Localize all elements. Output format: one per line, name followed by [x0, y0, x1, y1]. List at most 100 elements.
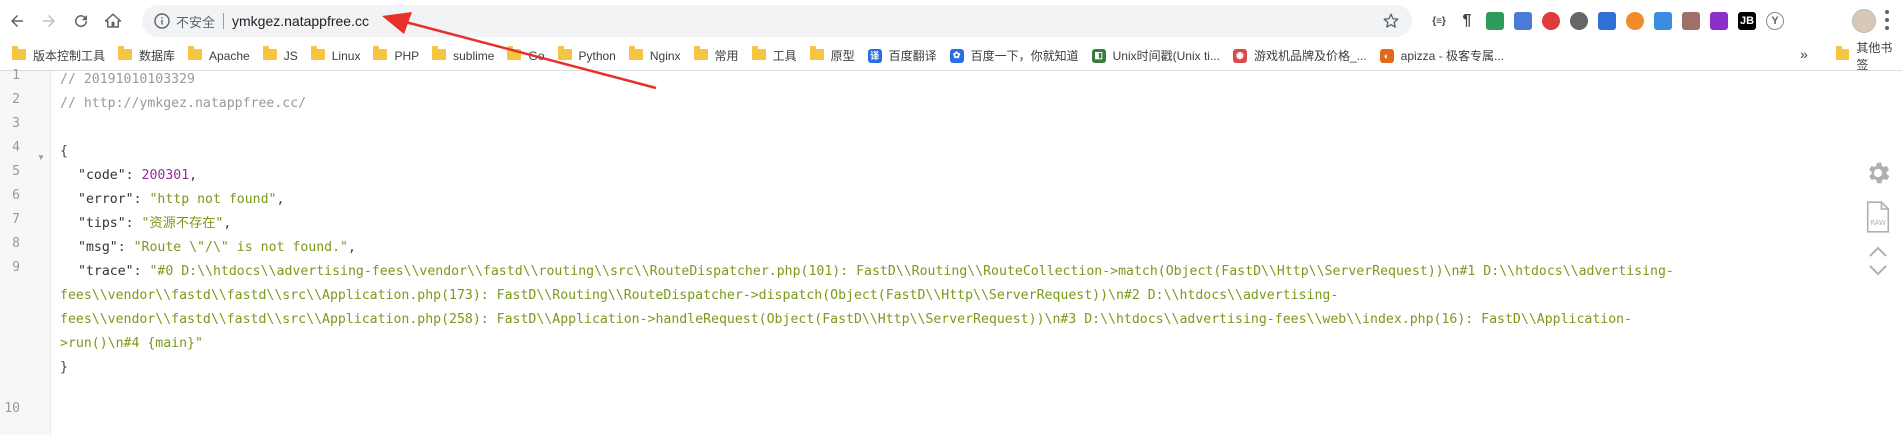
json-number-value: 200301 — [141, 168, 190, 183]
comment-timestamp: // 20191010103329 — [60, 72, 195, 87]
bookmark-item[interactable]: 译百度翻译 — [867, 47, 937, 64]
bookmarks-overflow-button[interactable]: » — [1800, 46, 1808, 62]
bookmark-item[interactable]: 版本控制工具 — [12, 46, 105, 64]
bookmark-item[interactable]: Nginx — [628, 46, 681, 63]
bookmark-item[interactable]: JS — [262, 46, 298, 63]
other-bookmarks-folder[interactable]: 其他书签 — [1836, 40, 1902, 72]
purple-app-icon[interactable] — [1710, 12, 1728, 30]
folder-icon — [809, 46, 824, 60]
chevron-down-icon[interactable] — [1866, 263, 1890, 277]
unix-timestamp-icon: ◧ — [1091, 48, 1106, 63]
folder-icon — [432, 46, 447, 60]
gear-icon[interactable] — [1864, 159, 1892, 187]
line-number: 10 — [4, 401, 20, 416]
forward-button[interactable] — [34, 6, 64, 36]
comment-url: // http://ymkgez.natappfree.cc/ — [60, 96, 307, 111]
bookmark-item[interactable]: Go — [507, 46, 545, 63]
bookmark-label: Nginx — [649, 48, 681, 63]
settings-icon[interactable] — [1570, 12, 1588, 30]
pocket-icon[interactable] — [1598, 12, 1616, 30]
color-picker-icon[interactable] — [1486, 12, 1504, 30]
bookmark-label: 原型 — [830, 49, 855, 63]
blue-square-icon[interactable] — [1654, 12, 1672, 30]
star-icon[interactable] — [1382, 12, 1400, 30]
json-key: "code" — [78, 168, 126, 183]
rocket-icon[interactable] — [1514, 12, 1532, 30]
json-field-msg: "msg": "Route \"/\" is not found.", — [78, 240, 356, 255]
fold-toggle-icon[interactable]: ▼ — [37, 153, 45, 162]
json-key: "error" — [78, 192, 134, 207]
line-number: 6 — [12, 188, 20, 203]
line-number: 5 — [12, 164, 20, 179]
bookmark-item[interactable]: 原型 — [809, 46, 855, 64]
bookmarks-bar: 版本控制工具 数据库 Apache JS Linux PHP sublime Go Python… — [0, 41, 1902, 71]
bookmark-label: 游戏机品牌及价格_... — [1253, 49, 1367, 63]
json-field-code: "code": 200301, — [78, 168, 198, 183]
profile-avatar[interactable] — [1852, 9, 1876, 33]
security-status[interactable]: 不安全 — [176, 12, 215, 31]
paragraph-icon[interactable]: ¶ — [1458, 12, 1476, 30]
folder-icon — [310, 46, 325, 60]
folder-icon — [557, 46, 572, 60]
json-key: "trace" — [78, 264, 134, 279]
svg-text:RAW: RAW — [1870, 219, 1886, 227]
bookmark-label: sublime — [453, 48, 495, 63]
arrow-left-icon — [11, 14, 23, 27]
bookmark-item[interactable]: ✿ 百度一下，你就知道 — [949, 47, 1079, 64]
home-button[interactable] — [98, 6, 128, 36]
menu-dot — [1885, 10, 1889, 14]
jb-icon[interactable]: JB — [1738, 12, 1756, 30]
bookmark-label: 百度翻译 — [888, 49, 937, 63]
folder-icon — [628, 46, 643, 60]
arrow-right-icon — [43, 14, 55, 27]
bookmark-item[interactable]: ◉ 游戏机品牌及价格_... — [1232, 47, 1367, 64]
bookmark-item[interactable]: ◐ apizza - 极客专属... — [1379, 47, 1504, 64]
back-button[interactable] — [2, 6, 32, 36]
bookmark-label: PHP — [394, 48, 420, 63]
browser-menu-button[interactable] — [1884, 10, 1890, 30]
json-field-tips: "tips": "资源不存在", — [78, 216, 232, 231]
line-number: 2 — [12, 92, 20, 107]
bookmark-label: JS — [283, 48, 298, 63]
menu-dot — [1885, 26, 1889, 30]
bookmark-label: Go — [528, 48, 545, 63]
json-string-value: "Route \"/\" is not found." — [133, 240, 348, 255]
bookmark-item[interactable]: Linux — [310, 46, 360, 63]
other-bookmarks-label: 其他书签 — [1856, 40, 1893, 72]
bookmark-label: 百度一下，你就知道 — [970, 49, 1079, 63]
folder-icon — [118, 46, 133, 60]
folder-icon — [751, 46, 766, 60]
bookmark-item[interactable]: Python — [557, 46, 616, 63]
trace-continuation: >run()\n#4 {main}" — [60, 336, 203, 351]
pdf-icon[interactable] — [1682, 12, 1700, 30]
trace-continuation: fees\\vendor\\fastd\\fastd\\src\\Applica… — [60, 288, 1339, 303]
raw-file-icon[interactable]: RAW — [1864, 201, 1892, 233]
json-braces-icon[interactable]: {≡} — [1430, 12, 1448, 30]
reload-button[interactable] — [66, 6, 96, 36]
red-circle-icon[interactable] — [1542, 12, 1560, 30]
info-icon[interactable] — [154, 13, 170, 29]
folder-icon — [12, 46, 26, 60]
game-site-icon: ◉ — [1232, 48, 1247, 63]
bookmark-item[interactable]: 常用 — [693, 46, 739, 64]
bookmark-label: Unix时间戳(Unix ti... — [1112, 49, 1220, 63]
bookmark-item[interactable]: PHP — [373, 46, 420, 63]
line-number-gutter: ▼ 1 2 3 4 5 6 7 8 9 10 — [0, 68, 51, 435]
address-bar[interactable]: 不安全 ymkgez.natappfree.cc — [142, 5, 1412, 37]
orange-x-icon[interactable] — [1626, 12, 1644, 30]
folder-icon — [188, 46, 203, 60]
line-number: 7 — [12, 212, 20, 227]
bookmark-item[interactable]: sublime — [432, 46, 495, 63]
bookmark-item[interactable]: 数据库 — [118, 46, 175, 64]
line-number: 9 — [12, 260, 20, 275]
bookmark-item[interactable]: 工具 — [751, 46, 797, 64]
home-icon — [104, 13, 122, 28]
line-number: 4 — [12, 140, 20, 155]
bookmark-label: 工具 — [772, 49, 797, 63]
yoda-icon[interactable]: Y — [1766, 12, 1784, 30]
url-text[interactable]: ymkgez.natappfree.cc — [232, 13, 369, 29]
baidu-paw-icon: ✿ — [949, 48, 964, 63]
chevron-up-icon[interactable] — [1866, 245, 1890, 259]
bookmark-item[interactable]: Apache — [188, 46, 250, 63]
bookmark-item[interactable]: ◧ Unix时间戳(Unix ti... — [1091, 47, 1220, 64]
